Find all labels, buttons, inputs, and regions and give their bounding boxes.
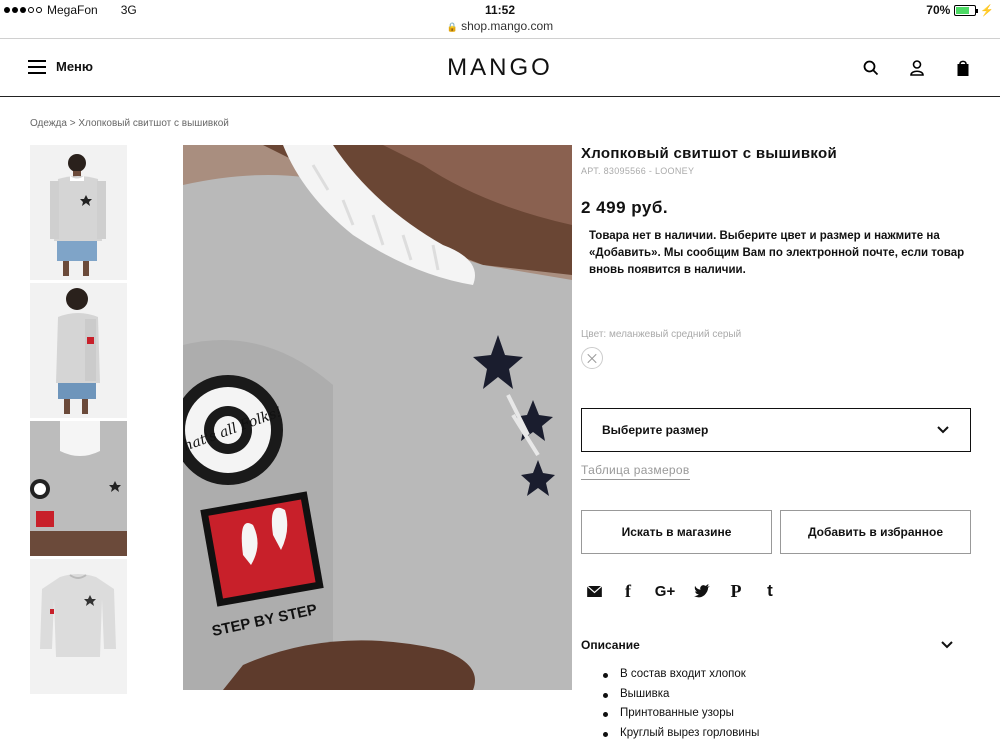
- list-item: Вышивка: [603, 688, 759, 708]
- mail-icon[interactable]: [585, 582, 603, 600]
- thumbnail-flat[interactable]: [30, 559, 127, 694]
- description-toggle[interactable]: Описание: [581, 638, 956, 652]
- stock-message: Товара нет в наличии. Выберите цвет и ра…: [589, 230, 965, 276]
- facebook-icon[interactable]: f: [619, 581, 637, 601]
- google-plus-icon[interactable]: G+: [653, 582, 677, 600]
- color-label: Цвет: меланжевый средний серый: [581, 329, 742, 340]
- product-title: Хлопковый свитшот с вышивкой: [581, 145, 837, 162]
- battery-info: 70% ⚡: [926, 3, 994, 17]
- list-item: В состав входит хлопок: [603, 668, 759, 688]
- list-item: Принтованные узоры: [603, 707, 759, 727]
- product-info: Хлопковый свитшот с вышивкой АРТ. 830955…: [581, 145, 971, 369]
- product-price: 2 499 руб.: [581, 198, 669, 217]
- clock: 11:52: [484, 3, 516, 17]
- chevron-down-icon: [941, 641, 953, 649]
- battery-icon: [954, 4, 979, 16]
- twitter-icon[interactable]: [693, 582, 711, 600]
- tumblr-icon[interactable]: t: [761, 581, 779, 600]
- thumbnail-front[interactable]: [30, 145, 127, 280]
- thumbnail-detail[interactable]: [30, 421, 127, 556]
- description-title: Описание: [581, 638, 640, 652]
- status-bar: MegaFon 3G 11:52 70% ⚡: [0, 0, 1000, 20]
- size-select-label: Выберите размер: [602, 423, 709, 437]
- thumbnail-back[interactable]: [30, 283, 127, 418]
- color-swatch[interactable]: [581, 347, 603, 369]
- description-list: В состав входит хлопок Вышивка Принтован…: [603, 668, 759, 746]
- url-text: shop.mango.com: [461, 19, 554, 33]
- size-select[interactable]: Выберите размер: [581, 408, 971, 452]
- pinterest-icon[interactable]: P: [727, 581, 745, 601]
- bag-icon[interactable]: [954, 59, 972, 77]
- logo[interactable]: MANGO: [0, 54, 1000, 82]
- share-bar: f G+ P t: [585, 581, 779, 601]
- search-icon[interactable]: [862, 59, 880, 77]
- breadcrumb[interactable]: Одежда > Хлопковый свитшот с вышивкой: [30, 118, 229, 129]
- lock-icon: 🔒: [446, 22, 459, 32]
- product-article: АРТ. 83095566 - LOONEY: [581, 166, 695, 176]
- find-in-store-button[interactable]: Искать в магазине: [581, 510, 772, 554]
- site-header: Меню MANGO: [0, 39, 1000, 97]
- address-bar[interactable]: 🔒 shop.mango.com: [0, 19, 1000, 33]
- size-table-link[interactable]: Таблица размеров: [581, 463, 690, 480]
- user-icon[interactable]: [908, 59, 926, 77]
- product-main-image[interactable]: That's all Folks! STEP BY STEP: [183, 145, 572, 690]
- chevron-down-icon: [937, 426, 949, 434]
- thumbnail-list: [30, 145, 127, 697]
- battery-percent: 70%: [926, 3, 951, 17]
- charging-icon: ⚡: [980, 4, 994, 17]
- add-to-favorites-button[interactable]: Добавить в избранное: [780, 510, 971, 554]
- list-item: Круглый вырез горловины: [603, 727, 759, 747]
